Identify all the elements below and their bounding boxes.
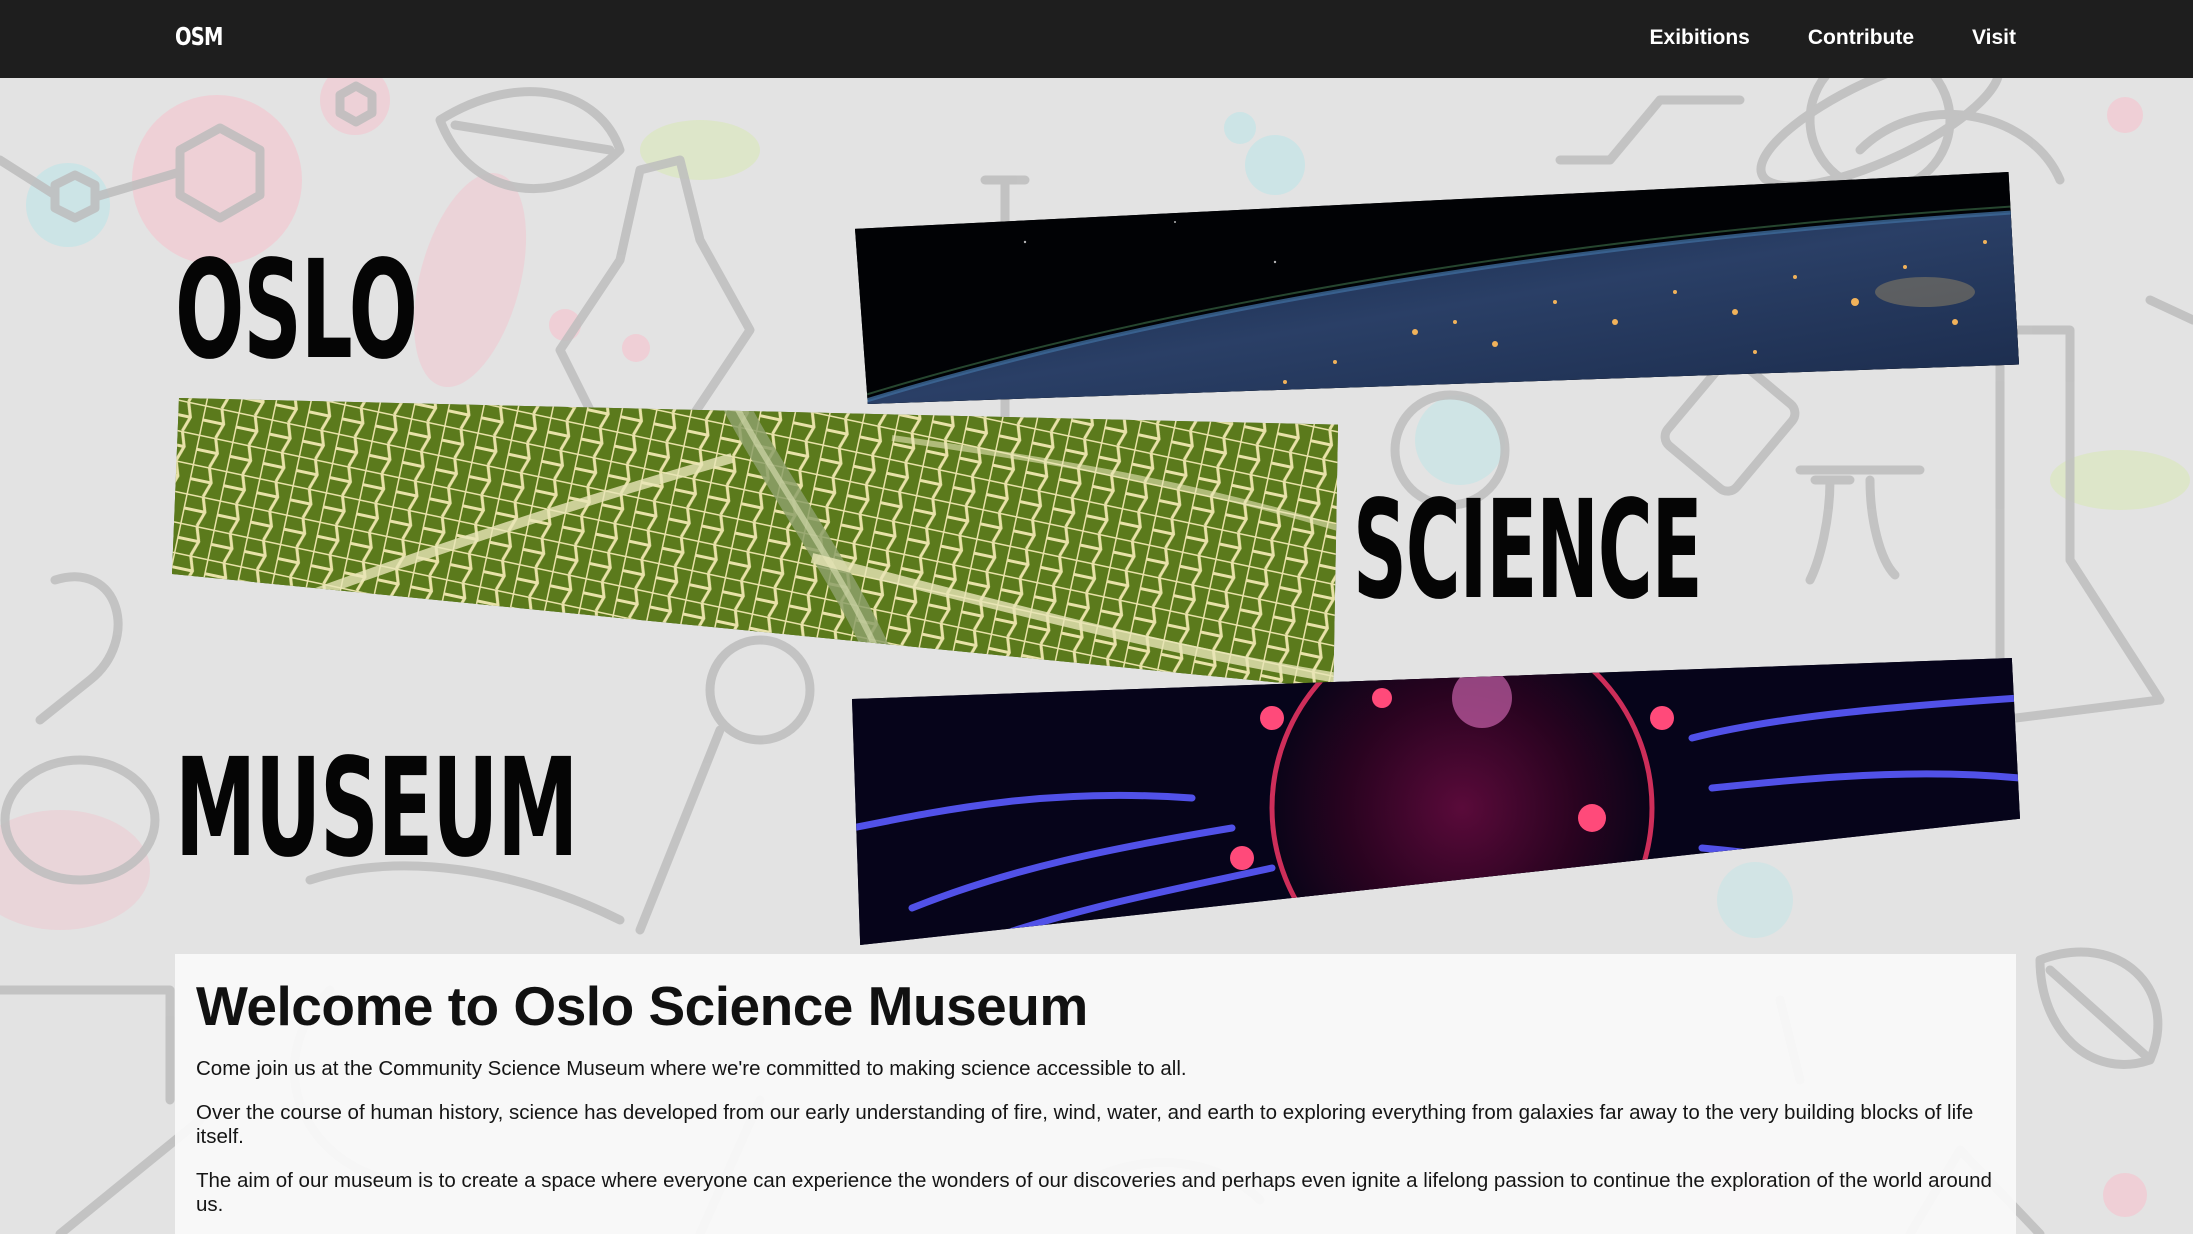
brand-logo[interactable]: OSM: [175, 22, 223, 51]
welcome-section: Welcome to Oslo Science Museum Come join…: [175, 954, 2016, 1234]
nav-link-visit[interactable]: Visit: [1972, 26, 2016, 50]
nav-link-contribute[interactable]: Contribute: [1808, 26, 1914, 50]
nav-links: Exibitions Contribute Visit: [1650, 26, 2016, 50]
hero-word-museum: MUSEUM: [175, 730, 578, 888]
hero-word-oslo: OSLO: [175, 232, 418, 390]
nav-link-exhibitions[interactable]: Exibitions: [1650, 26, 1750, 50]
welcome-paragraph: Come join us at the Community Science Mu…: [196, 1056, 1187, 1080]
welcome-paragraph: Over the course of human history, scienc…: [196, 1100, 1974, 1148]
welcome-paragraph: The aim of our museum is to create a spa…: [196, 1168, 1992, 1216]
hero-word-science: SCIENCE: [1353, 472, 1703, 630]
welcome-title: Welcome to Oslo Science Museum: [196, 975, 1088, 1037]
top-navbar: OSM Exibitions Contribute Visit: [0, 0, 2193, 78]
